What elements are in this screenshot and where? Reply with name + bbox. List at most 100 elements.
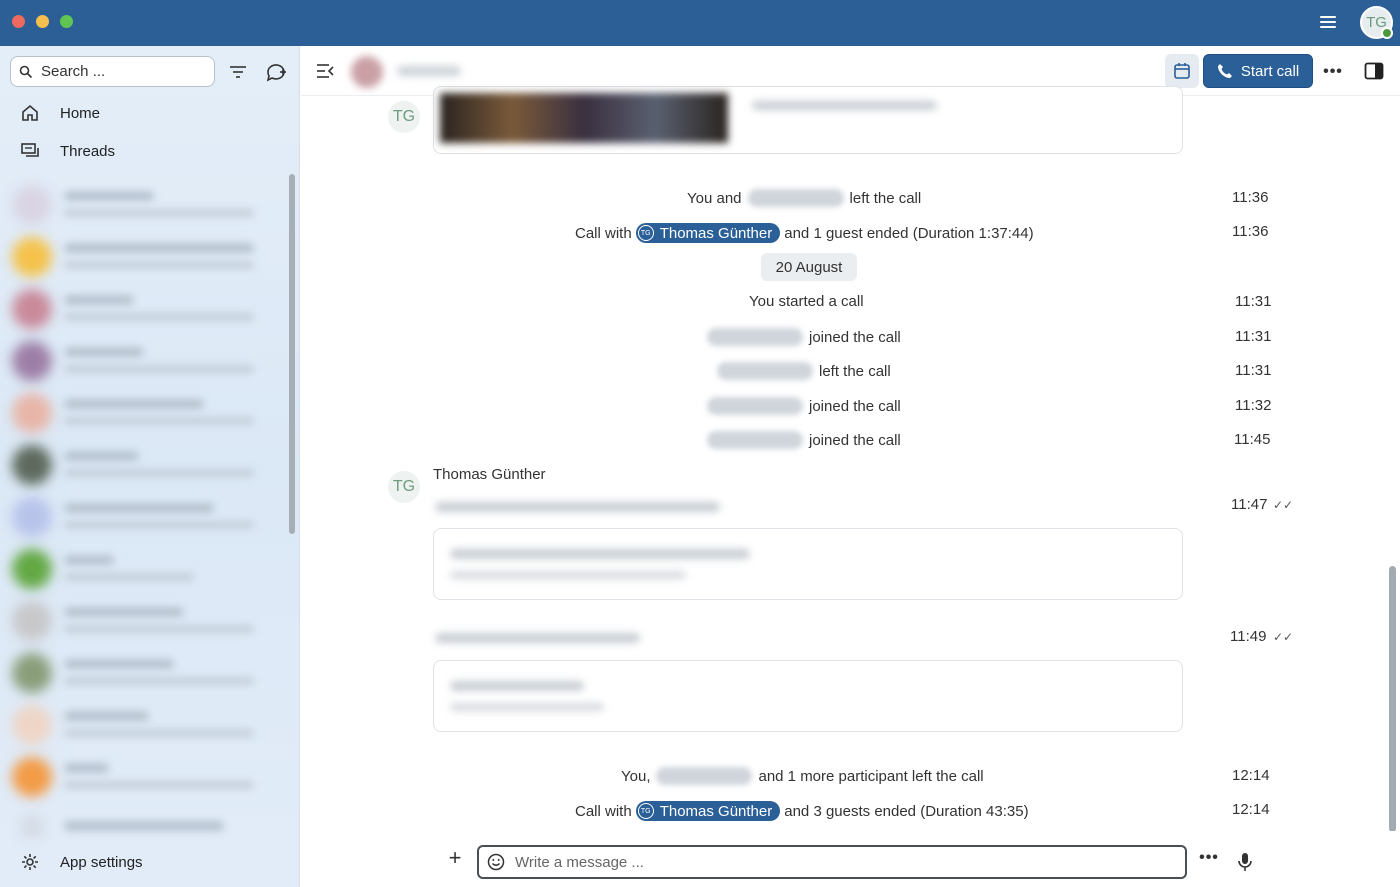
message-link-card[interactable] [433, 660, 1183, 732]
conversation-title[interactable] [397, 66, 461, 76]
message-input[interactable]: Write a message ... [477, 845, 1187, 879]
avatar-initials: TG [392, 108, 416, 125]
message-link-card[interactable] [433, 528, 1183, 600]
filter-icon[interactable] [226, 60, 250, 84]
system-text: left the call [849, 189, 922, 207]
home-icon [22, 104, 38, 121]
mic-icon[interactable] [1235, 851, 1255, 873]
date-divider: 20 August [761, 253, 857, 281]
message-list: TG You and left the call 11:36 Call with… [301, 86, 1400, 832]
blurred-participant [747, 189, 844, 207]
message-time: 11:31 [1235, 328, 1272, 345]
new-chat-icon[interactable] [264, 60, 288, 84]
system-text: Call with [575, 224, 632, 242]
close-window-button[interactable] [12, 15, 25, 28]
mention-name: Thomas Günther [659, 802, 773, 820]
list-item[interactable] [8, 439, 278, 487]
list-item[interactable] [8, 751, 278, 799]
list-item[interactable] [8, 647, 278, 695]
message-time: 11:31 [1235, 293, 1272, 310]
sidebar-item-threads[interactable]: Threads [20, 137, 115, 165]
threads-icon [21, 143, 39, 157]
mention-avatar: TG [637, 225, 654, 241]
start-call-button[interactable]: Start call [1203, 54, 1313, 88]
system-message: Call with TG Thomas Günther and 1 guest e… [575, 223, 1034, 243]
phone-icon [1217, 64, 1232, 78]
list-item[interactable] [8, 595, 278, 643]
blurred-participant [707, 328, 803, 346]
message-time: 11:36 [1232, 223, 1269, 240]
more-icon: ••• [1323, 63, 1343, 80]
blurred-participant [707, 397, 803, 415]
calendar-button[interactable] [1165, 54, 1199, 88]
system-text: joined the call [809, 431, 901, 449]
list-item[interactable] [8, 231, 278, 279]
message-time: 11:36 [1232, 189, 1269, 206]
message-composer: + Write a message ... ••• [301, 831, 1400, 887]
blurred-participant [656, 767, 753, 785]
system-text: and 3 guests ended (Duration 43:35) [784, 802, 1029, 820]
double-check-icon: ✓✓ [1273, 630, 1294, 644]
system-message: joined the call [701, 397, 901, 415]
list-item[interactable] [8, 179, 278, 227]
message-time: 11:49 [1230, 628, 1267, 645]
calendar-icon [1174, 63, 1190, 79]
blurred-text [435, 502, 720, 512]
system-message: joined the call [701, 431, 901, 449]
sidebar-scrollbar[interactable] [289, 174, 295, 534]
list-item[interactable] [8, 803, 278, 851]
blurred-text [450, 571, 686, 579]
sidebar: Search ... Home Threads App settings [0, 46, 300, 887]
sidebar-item-label: Home [60, 104, 101, 122]
system-message: Call with TG Thomas Günther and 3 guests … [575, 801, 1029, 821]
main-menu-icon[interactable] [1316, 13, 1340, 33]
search-icon [19, 65, 33, 78]
more-icon[interactable]: ••• [1197, 849, 1221, 873]
mention-name: Thomas Günther [659, 224, 773, 242]
sidebar-item-label: Threads [60, 142, 116, 160]
chat-scrollbar[interactable] [1389, 566, 1396, 832]
list-item[interactable] [8, 335, 278, 383]
more-options-button[interactable]: ••• [1321, 60, 1345, 84]
message-time: 12:14 [1232, 767, 1270, 784]
message-time: 11:31 [1235, 362, 1272, 379]
system-message: joined the call [701, 328, 901, 346]
double-check-icon: ✓✓ [1273, 498, 1294, 512]
search-input[interactable]: Search ... [10, 56, 215, 87]
minimize-window-button[interactable] [36, 15, 49, 28]
avatar: TG [388, 471, 420, 503]
gear-icon [22, 854, 38, 870]
message-attachment-card[interactable] [433, 86, 1183, 154]
system-message: You started a call [749, 293, 864, 310]
blurred-image [440, 93, 728, 143]
app-settings-button[interactable]: App settings [20, 848, 143, 876]
user-mention[interactable]: TG Thomas Günther [635, 223, 781, 243]
list-item[interactable] [8, 283, 278, 331]
blurred-text [450, 681, 584, 691]
side-panel-icon[interactable] [1364, 62, 1384, 80]
system-text: and 1 guest ended (Duration 1:37:44) [784, 224, 1034, 242]
list-item[interactable] [8, 387, 278, 435]
list-item[interactable] [8, 491, 278, 539]
emoji-icon[interactable] [487, 853, 505, 871]
conversation-avatar[interactable] [351, 56, 383, 88]
system-text: Call with [575, 802, 632, 820]
list-item[interactable] [8, 699, 278, 747]
user-avatar[interactable]: TG [1360, 6, 1393, 39]
list-item[interactable] [8, 543, 278, 591]
blurred-text [752, 101, 937, 110]
blurred-text [435, 633, 640, 643]
presence-indicator [1381, 27, 1393, 39]
plus-icon[interactable]: + [445, 847, 465, 869]
avatar: TG [388, 101, 420, 133]
system-text: joined the call [809, 397, 901, 415]
message-time: 11:45 [1234, 431, 1271, 448]
collapse-sidebar-icon[interactable] [315, 62, 335, 80]
sidebar-item-home[interactable]: Home [20, 99, 100, 127]
message-placeholder: Write a message ... [515, 853, 644, 871]
search-placeholder: Search ... [41, 63, 106, 80]
system-text: left the call [819, 362, 891, 380]
zoom-window-button[interactable] [60, 15, 73, 28]
user-mention[interactable]: TG Thomas Günther [635, 801, 781, 821]
system-text: You and [687, 189, 742, 207]
